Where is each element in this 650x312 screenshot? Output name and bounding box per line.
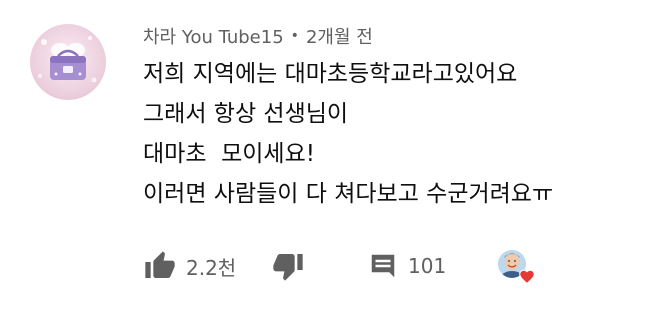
author-avatar[interactable] xyxy=(30,24,106,100)
heart-icon xyxy=(519,269,535,284)
comment-action-bar: 2.2천 101 xyxy=(140,246,640,286)
like-count: 2.2천 xyxy=(186,255,237,280)
comment-line: 대마초 모이세요! xyxy=(143,141,315,167)
reply-count: 101 xyxy=(408,254,447,278)
thumbs-up-icon xyxy=(145,251,175,278)
avatar-image xyxy=(30,24,106,100)
dislike-button[interactable] xyxy=(272,246,304,286)
like-button[interactable]: 2.2천 xyxy=(144,246,236,286)
published-time[interactable]: 2개월 전 xyxy=(306,23,373,49)
comment-icon xyxy=(371,254,395,278)
author-name[interactable]: 차라 You Tube15 xyxy=(143,23,284,49)
comment: 차라 You Tube15 • 2개월 전 저희 지역에는 대마초등학교라고있어… xyxy=(0,0,650,312)
thumbs-down-icon xyxy=(273,254,303,281)
comment-header: 차라 You Tube15 • 2개월 전 xyxy=(143,20,373,52)
comment-line: 저희 지역에는 대마초등학교라고있어요 xyxy=(143,61,518,87)
creator-heart-badge[interactable] xyxy=(496,248,538,286)
comment-text: 저희 지역에는 대마초등학교라고있어요 그래서 항상 선생님이 대마초 모이세요… xyxy=(143,54,633,214)
comment-line: 그래서 항상 선생님이 xyxy=(143,101,349,127)
replies-button[interactable]: 101 xyxy=(368,246,446,286)
meta-separator: • xyxy=(290,28,299,44)
comment-line: 이러면 사람들이 다 쳐다보고 수군거려요ㅠ xyxy=(143,181,554,207)
